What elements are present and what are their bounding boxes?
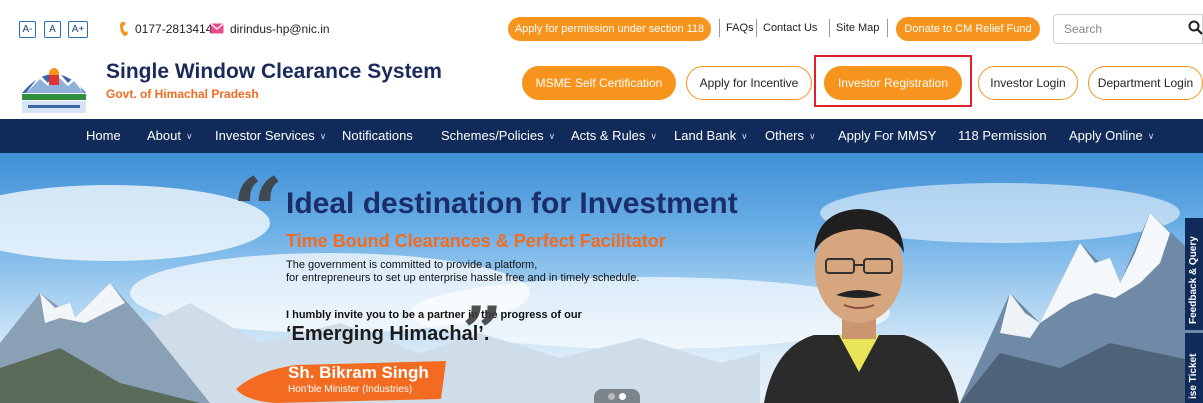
font-normal-button[interactable]: A [44,21,61,38]
nav-label: Land Bank [674,128,737,143]
font-increase-button[interactable]: A+ [68,21,88,38]
side-tab-label: ise Ticket [1188,353,1199,399]
divider [719,19,720,37]
search-input[interactable]: Search [1053,14,1203,44]
mail-icon [210,23,224,34]
minister-role: Hon'ble Minister (Industries) [288,384,413,395]
chevron-down-icon: ∨ [1147,131,1155,141]
chevron-down-icon: ∨ [319,131,327,141]
nav-label: Others [765,128,805,143]
hero-subtitle: Time Bound Clearances & Perfect Facilita… [286,231,666,251]
nav-118-permission[interactable]: 118 Permission [958,119,1047,153]
apply-for-incentive-button[interactable]: Apply for Incentive [686,66,812,100]
chevron-down-icon: ∨ [650,131,658,141]
site-title[interactable]: Single Window Clearance System [106,60,442,84]
nav-about[interactable]: About ∨ [147,119,193,153]
nav-label: Apply Online [1069,128,1143,143]
nav-label: Schemes/Policies [441,128,544,143]
nav-label: 118 Permission [958,128,1047,143]
nav-label: Investor Services [215,128,315,143]
nav-label: Acts & Rules [571,128,646,143]
nav-others[interactable]: Others ∨ [765,119,816,153]
chevron-down-icon: ∨ [741,131,748,141]
raise-ticket-side-tab[interactable]: ise Ticket [1185,333,1203,403]
main-navigation: Home About ∨ Investor Services ∨ Notificat… [0,119,1203,153]
minister-portrait-image [764,209,959,403]
top-utility-bar: A- A A+ 0177-2813414 dirindus-hp@nic.in … [0,0,1203,50]
msme-self-certification-button[interactable]: MSME Self Certification [522,66,676,100]
hero-title: Ideal destination for Investment [286,187,738,220]
nav-label: About [147,128,181,143]
department-login-button[interactable]: Department Login [1088,66,1203,100]
feedback-query-side-tab[interactable]: Feedback & Query [1185,218,1203,330]
hero-description-line: The government is committed to provide a… [286,259,538,271]
contact-us-link[interactable]: Contact Us [763,18,817,38]
nav-schemes-policies[interactable]: Schemes/Policies ∨ [441,119,555,153]
chevron-down-icon: ∨ [809,131,816,141]
email-link[interactable]: dirindus-hp@nic.in [230,21,330,37]
highlight-annotation-box [814,55,972,107]
chevron-down-icon: ∨ [548,131,556,141]
phone-number: 0177-2813414 [135,22,213,36]
apply-permission-118-button[interactable]: Apply for permission under section 118 [508,17,711,41]
phone-icon [120,22,128,36]
slider-dot[interactable] [608,393,615,400]
nav-label: Home [86,128,121,143]
slider-pagination [594,389,640,403]
hero-description-line: for entrepreneurs to set up enterprise h… [286,272,640,284]
open-quote-icon: “ [232,158,284,264]
nav-investor-services[interactable]: Investor Services ∨ [215,119,326,153]
hero-description: The government is committed to provide a… [286,259,639,285]
nav-notifications[interactable]: Notifications [342,119,413,153]
faqs-link[interactable]: FAQs [726,18,754,38]
font-decrease-button[interactable]: A- [19,21,36,38]
nav-label: Notifications [342,128,413,143]
divider [829,19,830,37]
hero-emerging-himachal: ‘Emerging Himachal’. [286,323,490,345]
divider [887,19,888,37]
chevron-down-icon: ∨ [185,131,193,141]
nav-home[interactable]: Home [86,119,121,153]
himachal-emblem-logo[interactable] [18,53,90,121]
divider [756,19,757,37]
nav-land-bank[interactable]: Land Bank ∨ [674,119,748,153]
search-icon[interactable] [1188,20,1203,36]
hero-banner: “ Ideal destination for Investment Time … [0,153,1203,403]
site-subtitle: Govt. of Himachal Pradesh [106,87,259,101]
nav-apply-online[interactable]: Apply Online ∨ [1069,119,1154,153]
site-map-link[interactable]: Site Map [836,18,879,38]
donate-cm-relief-button[interactable]: Donate to CM Relief Fund [896,17,1040,41]
minister-name: Sh. Bikram Singh [288,363,429,382]
nav-label: Apply For MMSY [838,128,937,143]
slider-dot-active[interactable] [619,393,626,400]
close-quote-icon: ” [462,291,503,374]
nav-apply-for-mmsy[interactable]: Apply For MMSY [838,119,936,153]
hero-invite-text: I humbly invite you to be a partner in t… [286,309,582,321]
side-tab-label: Feedback & Query [1188,236,1199,324]
investor-login-button[interactable]: Investor Login [978,66,1078,100]
nav-acts-rules[interactable]: Acts & Rules ∨ [571,119,657,153]
